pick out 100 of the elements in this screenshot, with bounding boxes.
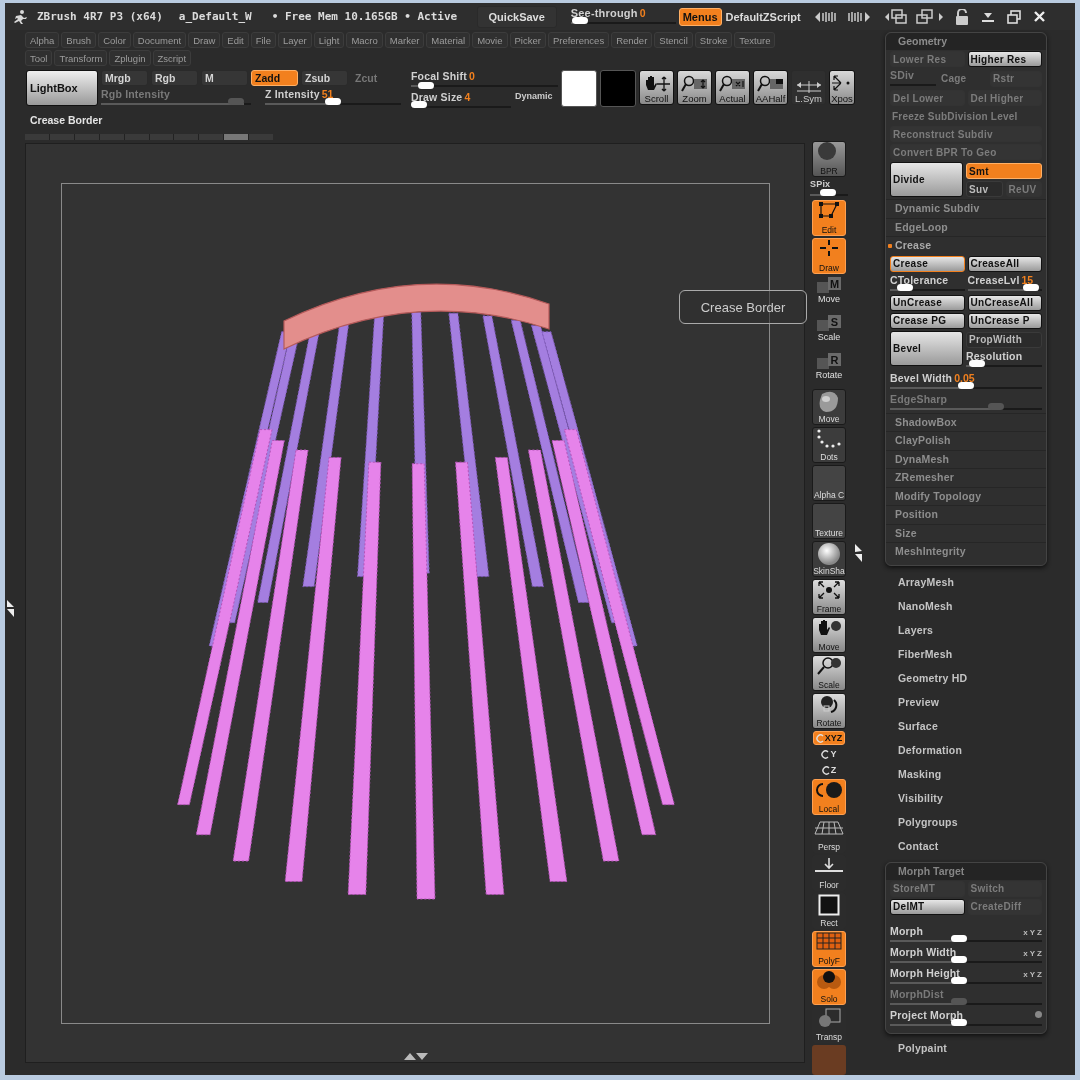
- menu-item[interactable]: Alpha: [25, 32, 60, 48]
- toggle-dot-icon[interactable]: [1035, 1011, 1042, 1018]
- section-header[interactable]: Contact: [898, 833, 1075, 858]
- tool-button[interactable]: UnCrease P: [967, 312, 1042, 329]
- menu-item[interactable]: Stencil: [654, 32, 693, 48]
- view-button[interactable]: Zoom: [677, 70, 712, 105]
- section-header[interactable]: FiberMesh: [898, 641, 1075, 666]
- tool-button[interactable]: Crease: [890, 255, 965, 272]
- shelf-button[interactable]: Scale: [812, 655, 846, 692]
- slider-thumb[interactable]: [987, 402, 1004, 410]
- undo-history-bar[interactable]: [25, 134, 273, 140]
- section-header[interactable]: Position: [886, 505, 1046, 524]
- menu-item[interactable]: Zscript: [152, 50, 192, 66]
- slider-thumb[interactable]: [958, 381, 974, 389]
- shelf-button[interactable]: PolyF: [812, 931, 846, 968]
- shelf-button[interactable]: Dots: [812, 427, 846, 464]
- slider-thumb[interactable]: [819, 189, 836, 196]
- restore-icon[interactable]: [1006, 9, 1021, 24]
- scroll-arrows-icon[interactable]: [814, 9, 873, 24]
- minimize-icon[interactable]: [980, 10, 995, 23]
- shelf-button[interactable]: M Move: [809, 276, 849, 312]
- view-button[interactable]: AAHalf: [753, 70, 788, 105]
- tool-button[interactable]: Bevel: [890, 330, 963, 366]
- menu-item[interactable]: Transform: [54, 50, 108, 66]
- shelf-button[interactable]: SkinSha: [812, 541, 846, 578]
- collapse-arrows-icon[interactable]: [7, 598, 15, 618]
- section-header[interactable]: Size: [886, 523, 1046, 542]
- slider-thumb[interactable]: [228, 98, 245, 105]
- shelf-button[interactable]: Edit: [812, 200, 846, 236]
- section-header[interactable]: Dynamic Subdiv: [886, 199, 1046, 218]
- menu-item[interactable]: Color: [98, 32, 131, 48]
- slider-thumb[interactable]: [325, 98, 341, 105]
- axis-toggle[interactable]: x Y Z: [1023, 969, 1042, 979]
- slider-thumb[interactable]: [897, 283, 913, 291]
- lock-icon[interactable]: [954, 8, 969, 25]
- shelf-button[interactable]: R Rotate: [809, 351, 849, 388]
- view-button[interactable]: Scroll: [639, 70, 674, 105]
- dynamic-toggle[interactable]: Dynamic: [511, 91, 553, 101]
- slider-thumb[interactable]: [572, 17, 589, 24]
- panel-title[interactable]: Geometry: [886, 33, 1046, 50]
- view-button[interactable]: Actual: [715, 70, 750, 105]
- menu-item[interactable]: Texture: [734, 32, 776, 48]
- tool-button[interactable]: DelMT: [890, 898, 965, 915]
- window-stack-icon[interactable]: [884, 7, 943, 26]
- shelf-button[interactable]: Y: [818, 747, 840, 762]
- slider-thumb[interactable]: [411, 101, 427, 108]
- menu-item[interactable]: Light: [313, 32, 345, 48]
- shelf-button[interactable]: S Scale: [809, 313, 849, 350]
- section-header[interactable]: EdgeLoop: [886, 217, 1046, 236]
- menu-item[interactable]: Layer: [278, 32, 312, 48]
- section-header[interactable]: Layers: [898, 617, 1075, 642]
- menu-item[interactable]: Picker: [509, 32, 546, 48]
- menu-item[interactable]: Material: [426, 32, 471, 48]
- slider-thumb[interactable]: [1023, 283, 1040, 291]
- secondary-color-swatch[interactable]: [600, 70, 636, 107]
- menu-item[interactable]: File: [250, 32, 276, 48]
- section-header[interactable]: ClayPolish: [886, 431, 1046, 450]
- shelf-button[interactable]: Draw: [812, 238, 846, 274]
- menu-item[interactable]: Tool: [25, 50, 53, 66]
- menu-item[interactable]: Movie: [472, 32, 508, 48]
- mode-button[interactable]: Zsub: [301, 70, 348, 86]
- shelf-button[interactable]: Z: [818, 763, 840, 778]
- shelf-button[interactable]: Solo: [812, 969, 846, 1006]
- tool-button[interactable]: Suv: [966, 181, 1003, 197]
- mode-button[interactable]: Zadd: [251, 70, 298, 86]
- collapse-arrows-icon[interactable]: [855, 542, 863, 563]
- axis-toggle[interactable]: x Y Z: [1023, 948, 1042, 958]
- close-icon[interactable]: [1032, 10, 1046, 23]
- menu-item[interactable]: Marker: [384, 32, 425, 48]
- slider-thumb[interactable]: [951, 934, 968, 942]
- section-header[interactable]: ArrayMesh: [898, 569, 1075, 594]
- shelf-button[interactable]: Move: [812, 617, 846, 654]
- shelf-button[interactable]: Frame: [812, 579, 846, 616]
- canvas-background[interactable]: [25, 143, 805, 1063]
- menu-item[interactable]: Edit: [222, 32, 249, 48]
- menus-button[interactable]: Menus: [678, 7, 722, 26]
- section-header[interactable]: Masking: [898, 761, 1075, 786]
- section-header[interactable]: Deformation: [898, 737, 1075, 762]
- texture-tile[interactable]: [812, 1045, 846, 1075]
- section-header[interactable]: Preview: [898, 689, 1075, 714]
- menu-item[interactable]: Document: [132, 32, 187, 48]
- section-header[interactable]: Polygroups: [898, 809, 1075, 834]
- tool-button[interactable]: Smt: [966, 163, 1042, 179]
- lightbox-button[interactable]: LightBox: [26, 70, 98, 106]
- panel-title[interactable]: Morph Target: [886, 862, 1046, 880]
- tool-button[interactable]: Divide: [890, 162, 963, 197]
- shelf-button[interactable]: Local: [812, 779, 846, 816]
- section-header[interactable]: Modify Topology: [886, 486, 1046, 505]
- section-header[interactable]: Visibility: [898, 785, 1075, 810]
- menu-item[interactable]: Stroke: [694, 32, 733, 48]
- slider-thumb[interactable]: [969, 359, 985, 367]
- axis-toggle[interactable]: x Y Z: [1023, 927, 1042, 937]
- shelf-button[interactable]: Texture: [812, 503, 846, 540]
- shelf-button[interactable]: Alpha C: [812, 465, 846, 502]
- tool-button[interactable]: Higher Res: [967, 51, 1042, 67]
- slider-thumb[interactable]: [951, 997, 968, 1005]
- tool-button[interactable]: UnCreaseAll: [967, 294, 1042, 311]
- section-header[interactable]: Polypaint: [885, 1035, 1075, 1060]
- shelf-button[interactable]: Move: [812, 389, 846, 426]
- quicksave-button[interactable]: QuickSave: [476, 5, 557, 28]
